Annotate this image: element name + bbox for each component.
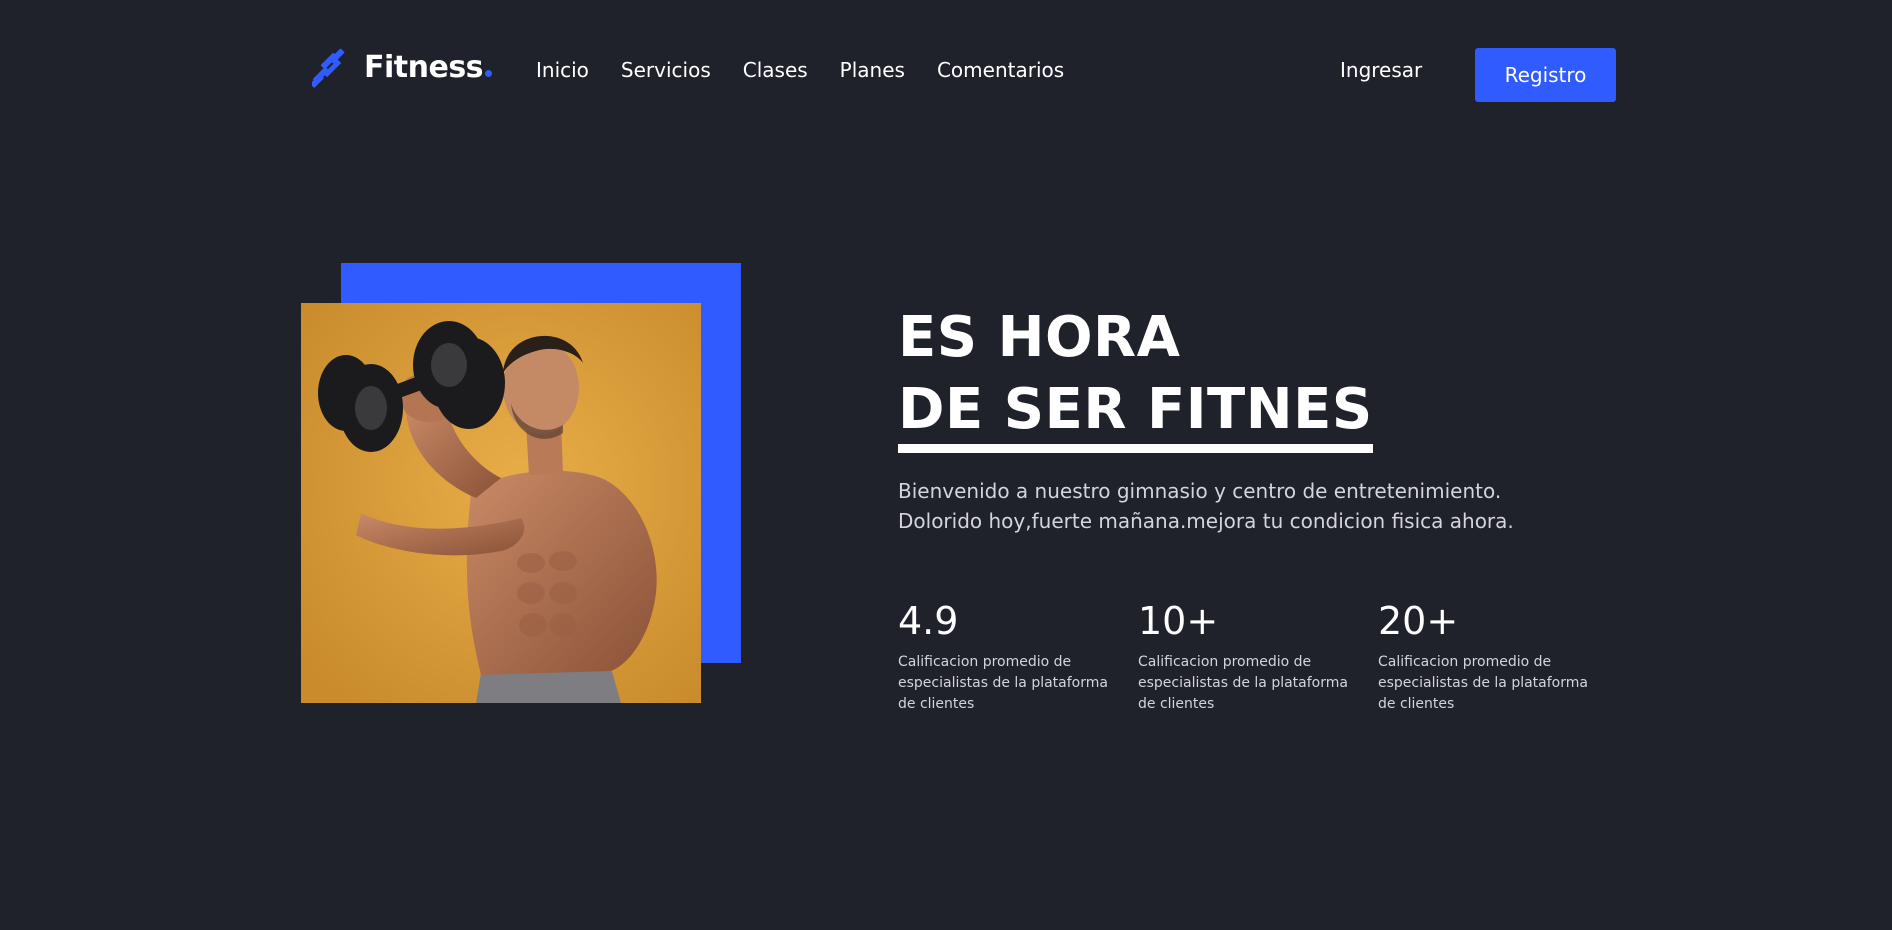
stat-item: 20+ Calificacion promedio de especialist… xyxy=(1378,596,1618,715)
nav-item-clases[interactable]: Clases xyxy=(743,55,808,85)
site-header: Fitness Inicio Servicios Clases Planes C… xyxy=(0,0,1892,140)
hero-photo xyxy=(301,303,701,703)
hero-title-line1: ES HORA xyxy=(898,305,1181,370)
logo[interactable]: Fitness xyxy=(312,46,493,90)
hero-description-line1: Bienvenido a nuestro gimnasio y centro d… xyxy=(898,479,1502,503)
man-lifting-dumbbell-photo xyxy=(301,303,701,703)
hero-description-line2: Dolorido hoy,fuerte mañana.mejora tu con… xyxy=(898,509,1514,533)
hero-description: Bienvenido a nuestro gimnasio y centro d… xyxy=(898,476,1598,536)
stat-value: 10+ xyxy=(1138,599,1219,643)
login-link[interactable]: Ingresar xyxy=(1340,55,1422,85)
logo-dot xyxy=(485,70,493,77)
nav-item-servicios[interactable]: Servicios xyxy=(621,55,711,85)
stat-value: 20+ xyxy=(1378,599,1459,643)
stat-label: Calificacion promedio de especialistas d… xyxy=(898,654,1108,712)
hero-title: ES HORA DE SER FITNES xyxy=(898,302,1373,453)
stat-label: Calificacion promedio de especialistas d… xyxy=(1138,654,1348,712)
logo-text: Fitness xyxy=(364,46,493,90)
main-nav: Inicio Servicios Clases Planes Comentari… xyxy=(536,55,1096,85)
register-button[interactable]: Registro xyxy=(1475,48,1616,102)
nav-item-planes[interactable]: Planes xyxy=(840,55,905,85)
nav-item-comentarios[interactable]: Comentarios xyxy=(937,55,1064,85)
stat-value: 4.9 xyxy=(898,599,959,643)
stats-row: 4.9 Calificacion promedio de especialist… xyxy=(898,596,1618,715)
hero-title-line2: DE SER FITNES xyxy=(898,376,1373,453)
stat-label: Calificacion promedio de especialistas d… xyxy=(1378,654,1588,712)
nav-item-inicio[interactable]: Inicio xyxy=(536,55,589,85)
dumbbell-icon xyxy=(312,48,345,88)
stat-item: 4.9 Calificacion promedio de especialist… xyxy=(898,596,1138,715)
stat-item: 10+ Calificacion promedio de especialist… xyxy=(1138,596,1378,715)
